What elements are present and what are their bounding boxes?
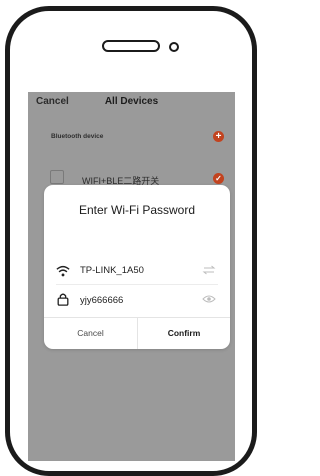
earpiece-icon [102, 40, 160, 52]
wifi-ssid-field[interactable]: TP-LINK_1A50 [80, 265, 144, 276]
password-input[interactable]: yjy666666 [80, 295, 123, 306]
cancel-button[interactable]: Cancel [44, 317, 137, 349]
eye-icon[interactable] [202, 294, 216, 304]
wifi-icon [56, 265, 70, 277]
check-icon[interactable]: ✓ [213, 173, 224, 184]
row-divider [56, 284, 218, 285]
lock-icon [57, 293, 69, 306]
page-title: All Devices [104, 96, 159, 107]
device-icon [50, 170, 64, 184]
dialog-title: Enter Wi-Fi Password [78, 203, 196, 217]
camera-icon [169, 42, 179, 52]
section-label-bluetooth: Bluetooth device [51, 133, 104, 140]
swap-icon[interactable] [202, 265, 216, 275]
plus-icon[interactable]: + [213, 131, 224, 142]
wifi-password-dialog: Enter Wi-Fi Password TP-LINK_1A50 yjy666… [44, 185, 230, 349]
confirm-button[interactable]: Confirm [138, 317, 230, 349]
